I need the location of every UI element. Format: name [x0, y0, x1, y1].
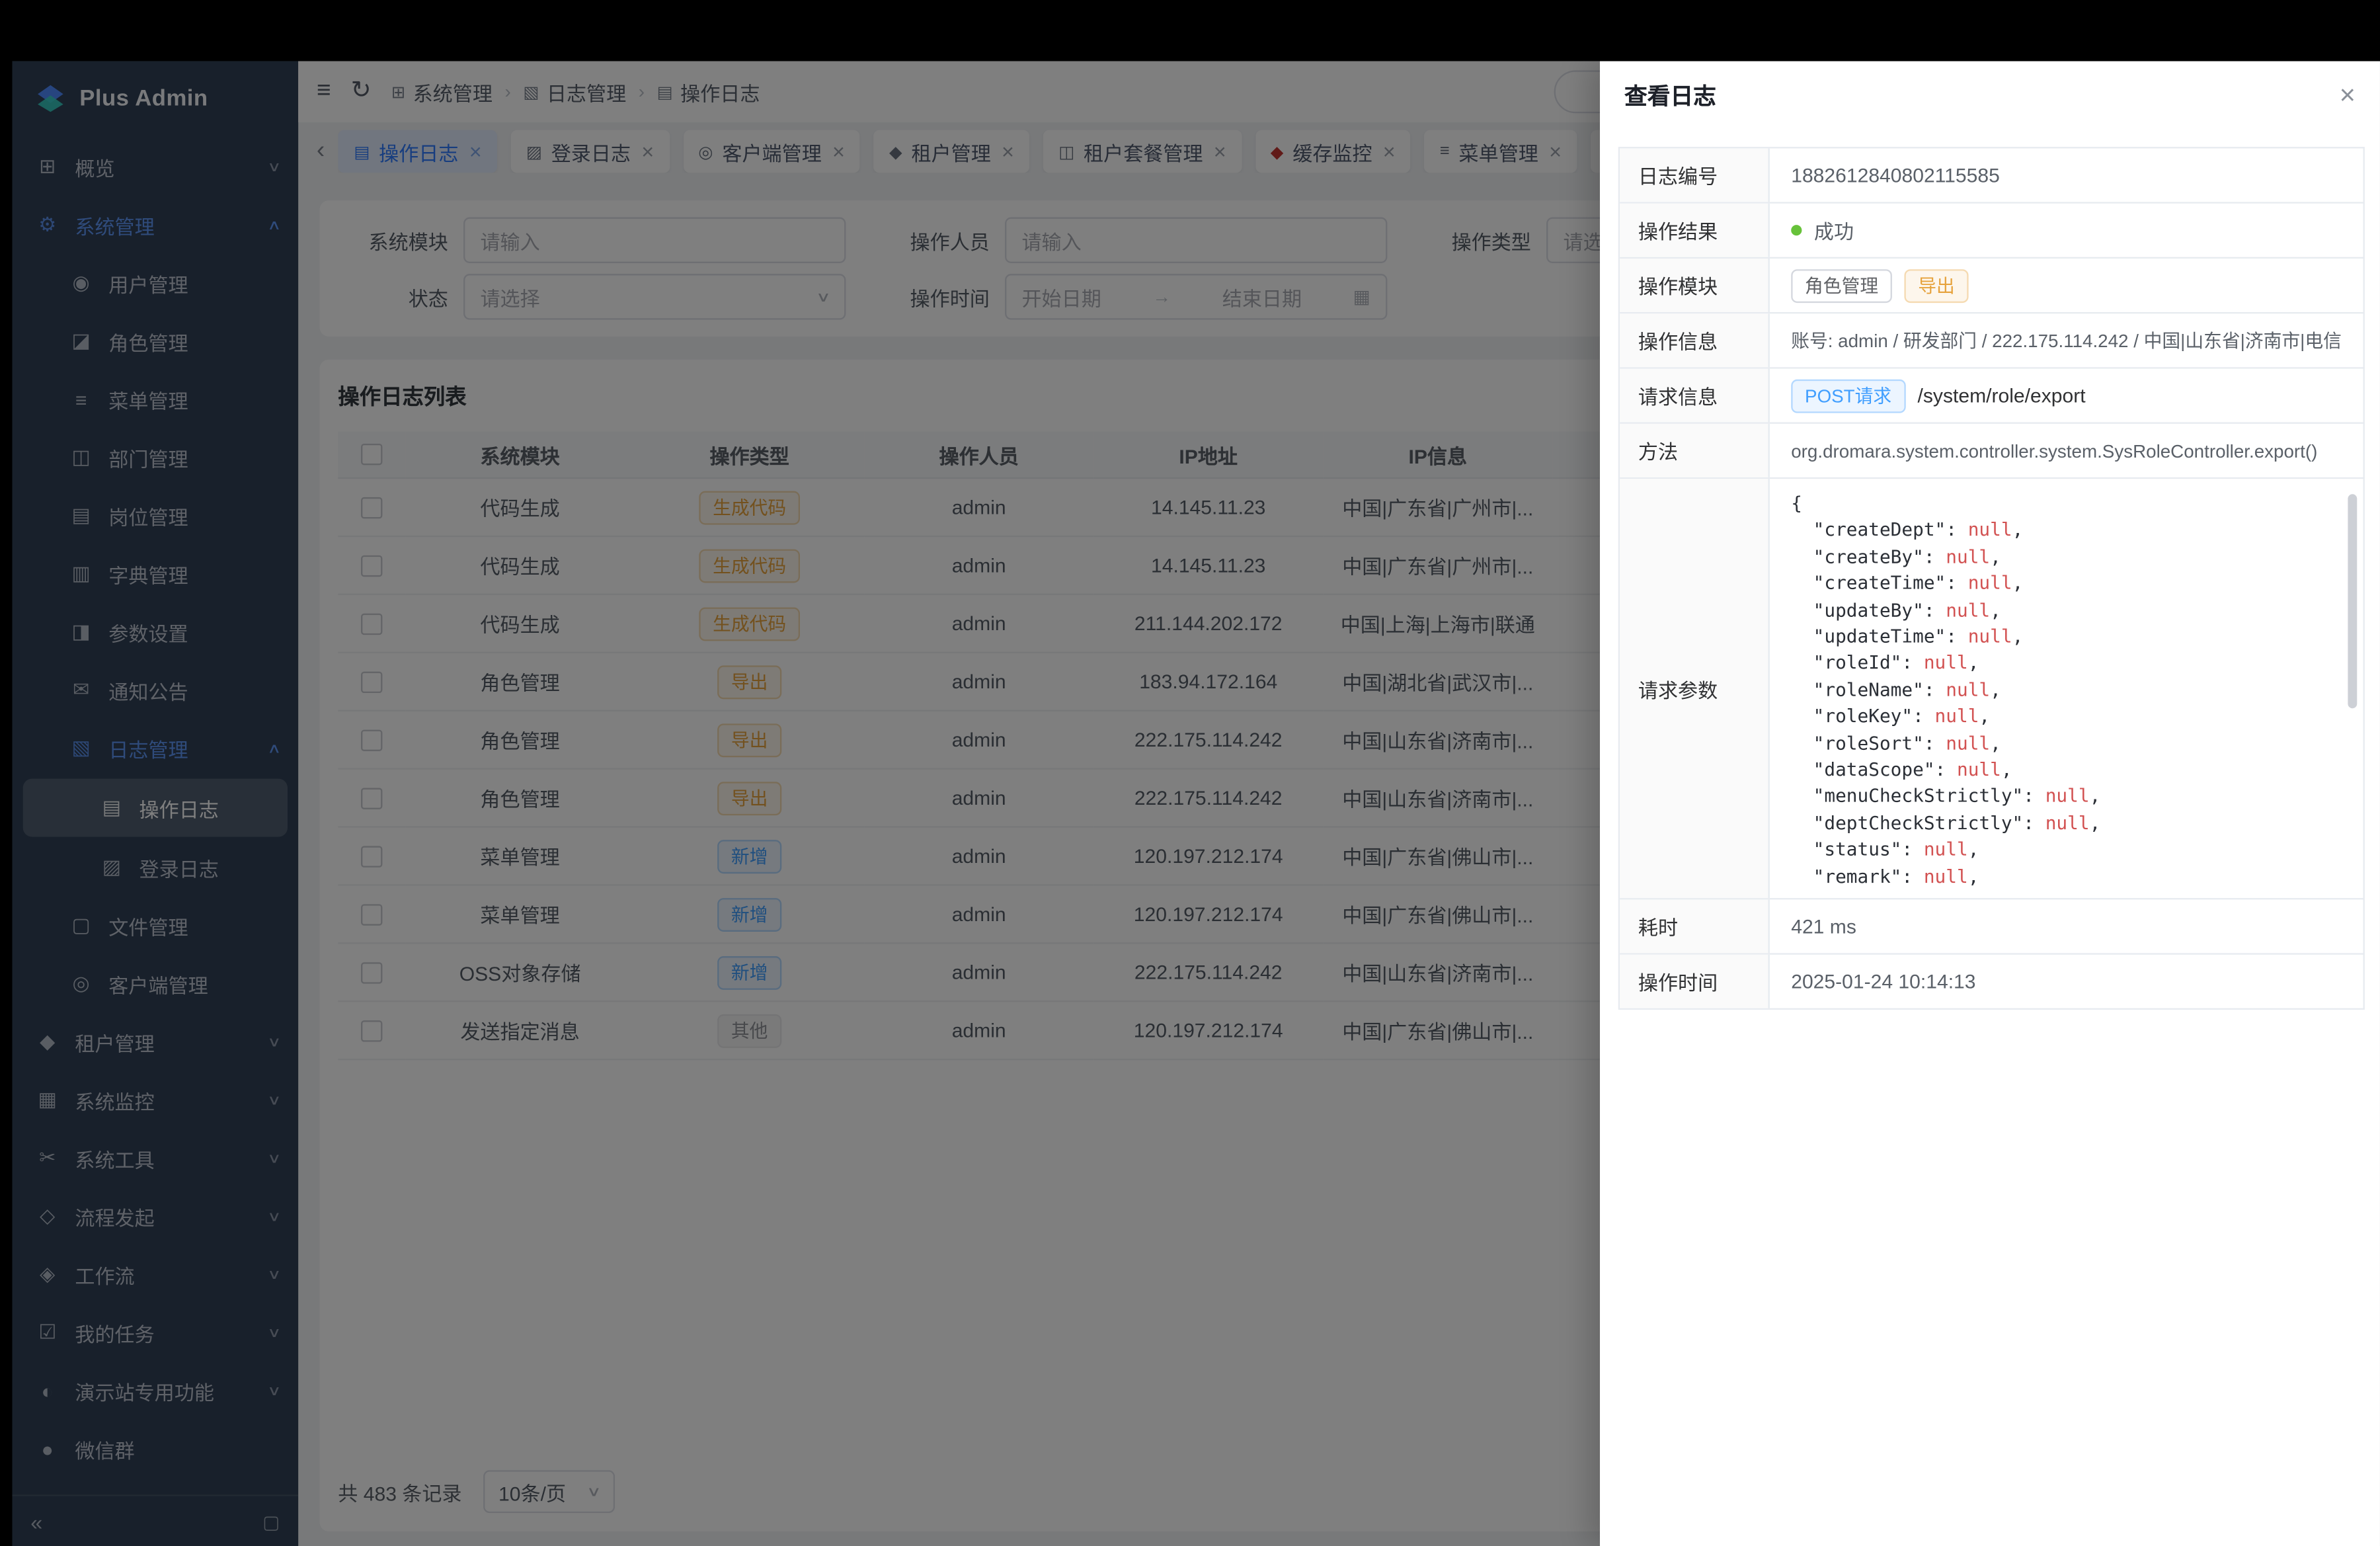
drawer-row-value: 成功	[1770, 204, 2363, 257]
json-key: "remark"	[1813, 866, 1902, 887]
json-value: null	[1946, 679, 1990, 700]
drawer-row: 请求参数{ "createDept": null, "createBy": nu…	[1620, 479, 2363, 899]
json-line: "roleName": null,	[1791, 678, 2100, 704]
json-value: null	[1968, 573, 2012, 594]
json-key: "roleId"	[1813, 653, 1902, 674]
drawer-row-value: POST请求/system/role/export	[1770, 369, 2363, 423]
drawer-row-label: 操作结果	[1620, 204, 1770, 257]
drawer-header: 查看日志 ×	[1600, 61, 2380, 129]
drawer-row-label: 操作时间	[1620, 955, 1770, 1008]
json-value: null	[1946, 599, 1990, 620]
json-key: "menuCheckStrictly"	[1813, 786, 2024, 807]
drawer-row-label: 耗时	[1620, 899, 1770, 953]
json-key: "updateTime"	[1813, 626, 1946, 647]
scrollbar-thumb[interactable]	[2348, 494, 2357, 708]
json-value: null	[1946, 546, 1990, 567]
json-line: "status": null,	[1791, 837, 2100, 864]
json-value: null	[1946, 732, 1990, 753]
json-line: "updateTime": null,	[1791, 624, 2100, 651]
json-key: "status"	[1813, 839, 1902, 860]
drawer-row: 日志编号1882612840802115585	[1620, 148, 2363, 203]
drawer-row: 耗时421 ms	[1620, 899, 2363, 954]
drawer-row-label: 请求参数	[1620, 479, 1770, 898]
drawer-row-value: 角色管理导出	[1770, 259, 2363, 312]
json-key: "updateBy"	[1813, 599, 1924, 620]
json-line: "dataScope": null,	[1791, 757, 2100, 784]
json-line: "roleSort": null,	[1791, 731, 2100, 757]
module-tag: 角色管理	[1791, 268, 1892, 302]
json-value: null	[1957, 759, 2001, 780]
json-line: "createBy": null,	[1791, 544, 2100, 571]
json-line: "roleId": null,	[1791, 651, 2100, 677]
json-value: null	[1968, 519, 2012, 540]
status-text: 成功	[1814, 216, 1854, 245]
drawer-row-value: 421 ms	[1770, 899, 2363, 953]
drawer-row: 方法org.dromara.system.controller.system.S…	[1620, 424, 2363, 479]
drawer-row-label: 方法	[1620, 424, 1770, 477]
request-method-tag: POST请求	[1791, 379, 1905, 413]
drawer-row-value: { "createDept": null, "createBy": null, …	[1770, 479, 2363, 898]
json-key: "roleName"	[1813, 679, 1924, 700]
json-value: null	[1924, 839, 1968, 860]
viewport: Plus Admin ⊞概览∨⚙系统管理∧◉用户管理◪角色管理≡菜单管理◫部门管…	[0, 0, 2380, 1546]
json-line: "updateBy": null,	[1791, 598, 2100, 624]
drawer-row-value: 1882612840802115585	[1770, 148, 2363, 202]
view-log-drawer: 查看日志 × 日志编号1882612840802115585操作结果 成功操作模块…	[1600, 61, 2380, 1546]
module-tag: 导出	[1904, 268, 1968, 302]
request-path: /system/role/export	[1918, 384, 2086, 407]
drawer-row: 请求信息POST请求/system/role/export	[1620, 369, 2363, 424]
json-key: "createBy"	[1813, 546, 1924, 567]
drawer-row: 操作模块角色管理导出	[1620, 259, 2363, 313]
json-value: null	[2045, 812, 2090, 833]
json-value: null	[1968, 626, 2012, 647]
drawer-row-label: 日志编号	[1620, 148, 1770, 202]
json-value: null	[2045, 786, 2090, 807]
json-line: "menuCheckStrictly": null,	[1791, 784, 2100, 811]
json-line: "remark": null,	[1791, 864, 2100, 890]
json-line: "roleKey": null,	[1791, 704, 2100, 731]
log-detail-table: 日志编号1882612840802115585操作结果成功操作模块角色管理导出操…	[1618, 147, 2365, 1010]
drawer-row-label: 请求信息	[1620, 369, 1770, 423]
status-dot	[1791, 225, 1802, 235]
json-value: null	[1935, 706, 1979, 727]
json-value: null	[1924, 866, 1968, 887]
json-key: "roleKey"	[1813, 706, 1913, 727]
close-icon[interactable]: ×	[2340, 81, 2356, 109]
drawer-row-value: 账号: admin / 研发部门 / 222.175.114.242 / 中国|…	[1770, 313, 2363, 367]
json-open-brace: {	[1791, 491, 2100, 518]
json-line: "createDept": null,	[1791, 518, 2100, 544]
json-key: "createTime"	[1813, 573, 1946, 594]
drawer-row: 操作结果 成功	[1620, 204, 2363, 259]
drawer-row: 操作信息账号: admin / 研发部门 / 222.175.114.242 /…	[1620, 313, 2363, 368]
drawer-row-label: 操作模块	[1620, 259, 1770, 312]
json-line: "deptCheckStrictly": null,	[1791, 811, 2100, 837]
drawer-title: 查看日志	[1624, 79, 1716, 111]
request-params-code: { "createDept": null, "createBy": null, …	[1791, 491, 2100, 891]
json-key: "createDept"	[1813, 519, 1946, 540]
json-line: "createTime": null,	[1791, 571, 2100, 597]
json-value: null	[1924, 653, 1968, 674]
drawer-row: 操作时间2025-01-24 10:14:13	[1620, 955, 2363, 1008]
json-key: "roleSort"	[1813, 732, 1924, 753]
drawer-row-label: 操作信息	[1620, 313, 1770, 367]
json-key: "dataScope"	[1813, 759, 1935, 780]
json-key: "deptCheckStrictly"	[1813, 812, 2024, 833]
drawer-row-value: org.dromara.system.controller.system.Sys…	[1770, 424, 2363, 477]
drawer-row-value: 2025-01-24 10:14:13	[1770, 955, 2363, 1008]
